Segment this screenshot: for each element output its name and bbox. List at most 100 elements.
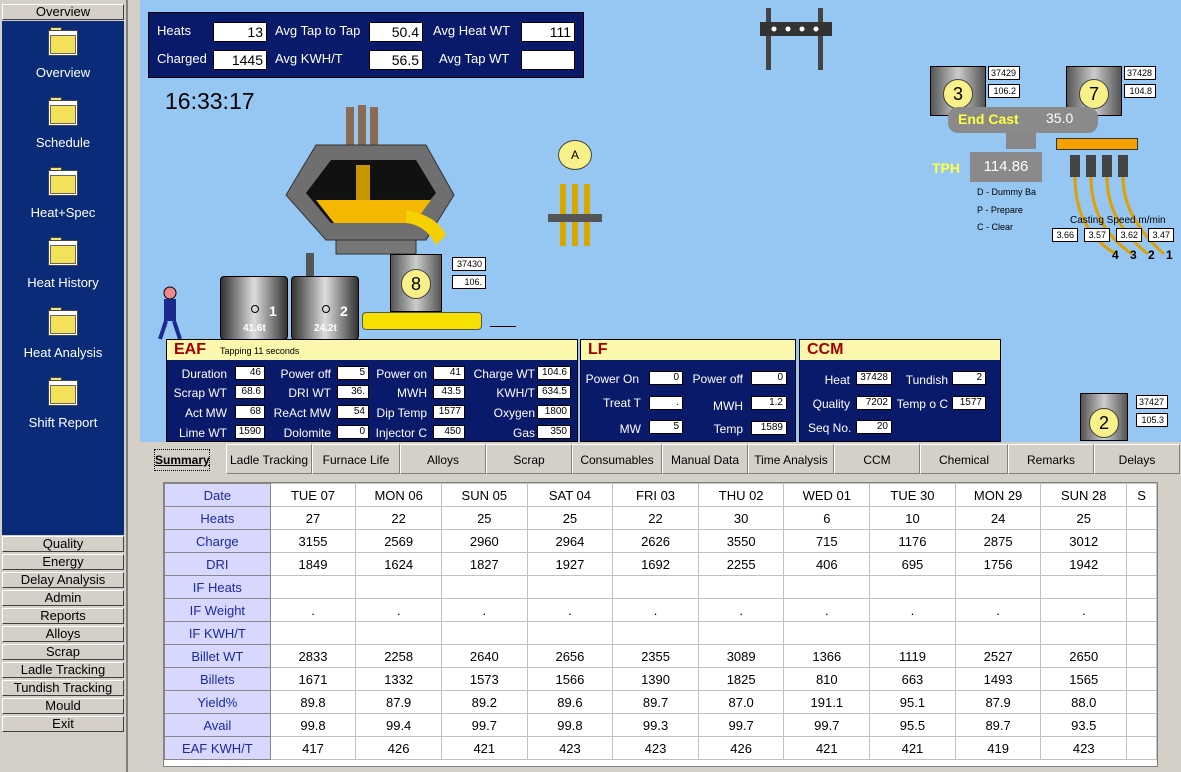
table-cell: 419: [954, 736, 1042, 760]
column-header: WED 01: [783, 483, 871, 507]
end-cast-label: End Cast: [958, 111, 1019, 127]
table-cell: [697, 621, 785, 645]
nav-icon-shift-report[interactable]: Shift Report: [2, 371, 124, 430]
eaf-injector-c-value: 450: [433, 425, 465, 439]
eaf-scrap-wt-value: 68.6: [235, 385, 265, 399]
nav-icon-heat-history[interactable]: Heat History: [2, 231, 124, 290]
ladle-2-number: 2: [340, 303, 348, 319]
table-cell: [1126, 598, 1157, 622]
column-header: MON 29: [954, 483, 1042, 507]
table-cell: 3012: [1040, 529, 1128, 553]
tab-alloys-additions[interactable]: Alloys Additions: [400, 444, 486, 497]
table-cell: 421: [869, 736, 956, 760]
table-cell: 2626: [612, 529, 699, 553]
table-cell: 2569: [355, 529, 442, 553]
table-cell: 423: [612, 736, 699, 760]
table-cell: 99.7: [783, 713, 871, 737]
eaf-dolomite-value: 0: [337, 425, 369, 439]
tab-scrap[interactable]: Scrap: [486, 444, 572, 474]
table-cell: [1126, 552, 1157, 576]
transfer-car: [362, 312, 482, 330]
column-header: SUN 28: [1040, 483, 1128, 507]
tab-ladle-tracking[interactable]: Ladle Tracking: [226, 444, 312, 474]
nav-exit-button[interactable]: Exit: [2, 716, 124, 732]
folder-icon: [48, 167, 78, 197]
nav-overview-button[interactable]: Overview: [2, 4, 124, 20]
table-cell: 2355: [612, 644, 699, 668]
table-cell: [1126, 621, 1157, 645]
column-header: SAT 04: [526, 483, 614, 507]
tab-manual-data[interactable]: Manual Data: [662, 444, 748, 474]
eaf-mwh-label: MWH: [397, 386, 427, 400]
nav-mould-button[interactable]: Mould: [2, 698, 124, 714]
nav-energy-button[interactable]: Energy: [2, 554, 124, 570]
row-header: DRI: [164, 552, 271, 576]
nav-icon-heat-spec[interactable]: Heat+Spec: [2, 161, 124, 220]
lf-mwh-value: 1.2: [751, 396, 787, 410]
table-row: IF Heats: [164, 575, 1157, 599]
nav-delay-analysis-button[interactable]: Delay Analysis: [2, 572, 124, 588]
nav-icon-heat-analysis[interactable]: Heat Analysis: [2, 301, 124, 360]
eaf-oxygen-value: 1800: [537, 405, 571, 419]
nav-tundish-tracking-button[interactable]: Tundish Tracking: [2, 680, 124, 696]
table-cell: 3089: [697, 644, 785, 668]
nav-alloys-button[interactable]: Alloys: [2, 626, 124, 642]
tab-ccm[interactable]: CCM: [834, 444, 920, 474]
table-cell: [355, 621, 442, 645]
tundish: [1056, 138, 1138, 150]
tab-summary[interactable]: Summary: [154, 449, 210, 471]
tab-delays[interactable]: Delays: [1094, 444, 1180, 474]
table-cell: [869, 621, 956, 645]
nav-icon-overview[interactable]: Overview: [2, 21, 124, 80]
lf-mw-value: 5: [649, 420, 683, 434]
nav-quality-button[interactable]: Quality: [2, 536, 124, 552]
eaf-duration-value: 46: [235, 366, 265, 380]
table-cell: 1566: [526, 667, 614, 691]
table-cell: 417: [269, 736, 357, 760]
nav-scrap-button[interactable]: Scrap: [2, 644, 124, 660]
ladle-8-number: 8: [401, 269, 431, 299]
eaf-gas-label: Gas: [512, 426, 535, 440]
table-cell: 22: [355, 506, 442, 530]
ladle-8-heat: 37430: [452, 257, 486, 271]
table-cell: 191.1: [783, 690, 871, 714]
table-cell: .: [783, 598, 871, 622]
summary-table-container[interactable]: Date TUE 07 MON 06 SUN 05 SAT 04 FRI 03 THU 02…: [163, 482, 1158, 767]
lf-station-badge: A: [558, 140, 592, 170]
eaf-power-off-label: Power off: [280, 367, 331, 381]
table-cell: [526, 575, 614, 599]
column-header: TUE 30: [869, 483, 956, 507]
ccm-ladle-3-number: 3: [943, 79, 973, 109]
lf-power-off-value: 0: [751, 371, 787, 385]
table-row: IF KWH/T: [164, 621, 1157, 645]
avg-tap-wt-label: Avg Tap WT: [439, 51, 510, 66]
table-cell: 95.5: [869, 713, 956, 737]
legend-dummy-bar: D - Dummy Ba: [977, 187, 1037, 197]
column-header: TUE 07: [269, 483, 357, 507]
tab-consumables[interactable]: Consumables: [572, 444, 662, 474]
nav-reports-button[interactable]: Reports: [2, 608, 124, 624]
tab-time-analysis[interactable]: Time Analysis: [748, 444, 834, 474]
eaf-oxygen-label: Oxygen: [493, 406, 535, 420]
ccm-ladle-2: 2: [1080, 393, 1128, 441]
avg-kwh-value: 56.5: [369, 50, 423, 70]
table-cell: 715: [783, 529, 871, 553]
nav-admin-button[interactable]: Admin: [2, 590, 124, 606]
avg-tap-wt-value: [521, 50, 575, 70]
table-cell: 1692: [612, 552, 699, 576]
table-cell: 87.9: [355, 690, 442, 714]
tab-chemical-analysis[interactable]: Chemical Analysis: [920, 444, 1008, 497]
arrow-right-icon: [490, 326, 516, 327]
nav-icon-schedule[interactable]: Schedule: [2, 91, 124, 150]
tab-furnace-life[interactable]: Furnace Life: [312, 444, 400, 474]
avg-kwh-label: Avg KWH/T: [275, 51, 343, 66]
clock: 16:33:17: [165, 88, 255, 114]
lf-mw-label: MW: [619, 422, 641, 436]
strand-2-label: 2: [1148, 248, 1155, 262]
tab-remarks[interactable]: Remarks: [1008, 444, 1094, 474]
eaf-power-on-label: Power on: [376, 367, 427, 381]
lf-treat-t-label: Treat T: [602, 396, 641, 410]
nav-ladle-tracking-button[interactable]: Ladle Tracking: [2, 662, 124, 678]
ccm-heat-value: 37428: [856, 371, 892, 385]
table-cell: 2640: [440, 644, 528, 668]
